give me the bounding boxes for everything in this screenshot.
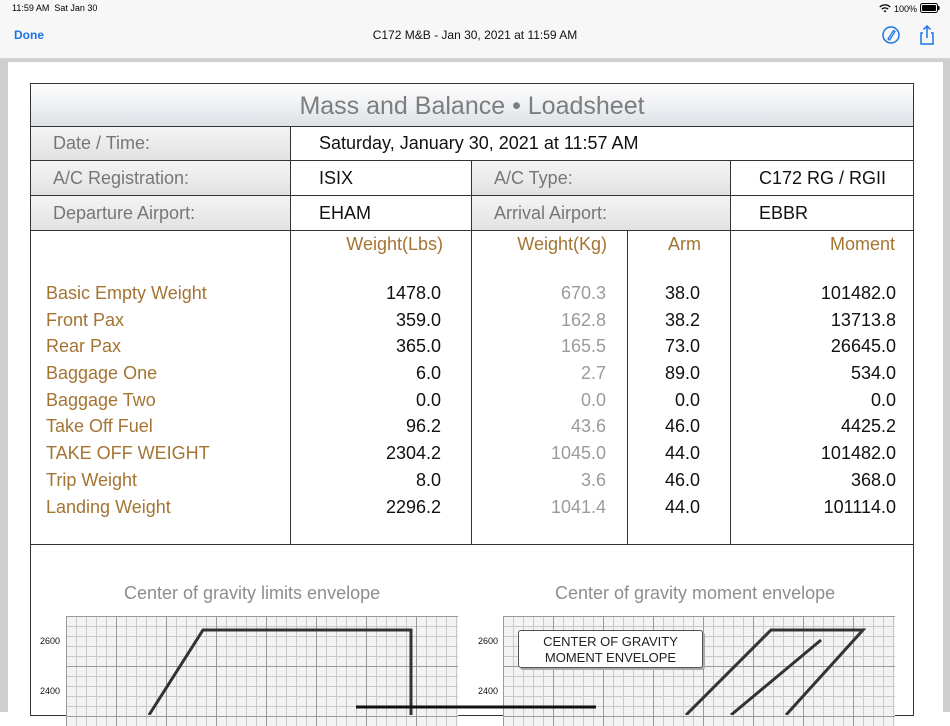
moment-envelope-inset-label: CENTER OF GRAVITY MOMENT ENVELOPE	[518, 630, 703, 668]
weight-lbs-header: Weight(Lbs)	[346, 234, 443, 254]
envelope-lines	[147, 628, 867, 715]
weight-kg-value: 1041.4	[550, 496, 606, 517]
registration-value: ISIX	[291, 161, 472, 195]
moment-value: 13713.8	[830, 309, 896, 330]
weight-kg-value: 3.6	[580, 469, 606, 490]
cg-moment-envelope-line-left	[684, 628, 867, 715]
date-value: Saturday, January 30, 2021 at 11:57 AM	[319, 133, 639, 153]
item-labels: Basic Empty Weight Front Pax Rear Pax Ba…	[31, 280, 290, 520]
arm-value: 46.0	[664, 469, 700, 490]
share-icon[interactable]	[916, 24, 938, 46]
date-row: Date / Time: Saturday, January 30, 2021 …	[31, 127, 913, 161]
weight-lbs-value: 359.0	[395, 309, 441, 330]
moment-value: 0.0	[870, 389, 896, 410]
item-label: Landing Weight	[46, 496, 171, 517]
departure-label: Departure Airport:	[31, 196, 291, 230]
weight-lbs-value: 2304.2	[385, 443, 441, 464]
arm-value: 0.0	[674, 389, 700, 410]
status-time: 11:59 AM	[12, 3, 50, 13]
markup-icon[interactable]	[880, 24, 902, 46]
arm-value: 73.0	[664, 336, 700, 357]
loadsheet: Mass and Balance • Loadsheet Date / Time…	[30, 83, 914, 726]
weight-kg-value: 43.6	[570, 416, 606, 437]
item-column: Basic Empty Weight Front Pax Rear Pax Ba…	[31, 231, 291, 544]
item-label: Take Off Fuel	[46, 416, 153, 437]
weight-lbs-value: 1478.0	[385, 283, 441, 303]
inset-line-1: CENTER OF GRAVITY	[543, 634, 678, 649]
arm-value: 46.0	[664, 416, 700, 437]
arm-values: 38.0 38.2 73.0 89.0 0.0 46.0 44.0 46.0 4…	[628, 280, 730, 520]
date-label: Date / Time:	[31, 127, 291, 160]
weight-lbs-value: 2296.2	[385, 496, 441, 517]
weight-lbs-value: 96.2	[405, 416, 441, 437]
envelope-graphs: Center of gravity limits envelope Center…	[31, 545, 913, 726]
arm-value: 38.0	[664, 283, 700, 303]
weight-kg-values: 670.3 162.8 165.5 2.7 0.0 43.6 1045.0 3.…	[472, 280, 627, 520]
weight-lbs-value: 365.0	[395, 336, 441, 357]
loadsheet-title: Mass and Balance • Loadsheet	[31, 84, 913, 127]
item-label: Baggage One	[46, 363, 158, 384]
weight-lbs-value: 0.0	[415, 389, 441, 410]
arm-value: 44.0	[664, 443, 700, 464]
weight-lbs-column: Weight(Lbs) 1478.0 359.0 365.0 6.0 0.0 9…	[291, 231, 472, 544]
weight-kg-value: 670.3	[560, 283, 606, 303]
weight-kg-value: 165.5	[560, 336, 606, 357]
weight-lbs-values: 1478.0 359.0 365.0 6.0 0.0 96.2 2304.2 8…	[291, 280, 471, 520]
registration-label: A/C Registration:	[31, 161, 291, 195]
weight-kg-value: 0.0	[580, 389, 606, 410]
departure-value: EHAM	[291, 196, 472, 230]
moment-value: 26645.0	[830, 336, 896, 357]
moment-value: 101114.0	[823, 496, 896, 517]
moment-value: 534.0	[850, 363, 896, 384]
arm-column: Arm 38.0 38.2 73.0 89.0 0.0 46.0 44.0 46…	[628, 231, 731, 544]
weight-kg-value: 1045.0	[550, 443, 606, 464]
moment-header: Moment	[829, 234, 895, 254]
weight-kg-header: Weight(Kg)	[517, 234, 607, 254]
battery-icon	[920, 3, 940, 15]
document-title: C172 M&B - Jan 30, 2021 at 11:59 AM	[372, 28, 578, 42]
moment-value: 101482.0	[820, 283, 896, 303]
weight-lbs-value: 6.0	[415, 363, 441, 384]
weight-kg-column: Weight(Kg) 670.3 162.8 165.5 2.7 0.0 43.…	[472, 231, 628, 544]
item-label: Rear Pax	[46, 336, 122, 357]
arrival-value: EBBR	[759, 202, 809, 223]
airports-row: Departure Airport: EHAM Arrival Airport:…	[31, 196, 913, 231]
item-label: Trip Weight	[46, 469, 138, 490]
item-label: TAKE OFF WEIGHT	[46, 443, 210, 464]
inset-line-2: MOMENT ENVELOPE	[544, 650, 677, 665]
moment-column: Moment 101482.0 13713.8 26645.0 534.0 0.…	[731, 231, 913, 544]
item-label: Baggage Two	[46, 389, 156, 410]
moment-value: 368.0	[850, 469, 896, 490]
moment-value: 4425.2	[840, 416, 896, 437]
registration-row: A/C Registration: ISIX A/C Type: C172 RG…	[31, 161, 913, 196]
cg-limits-envelope-line	[147, 628, 413, 715]
item-label: Basic Empty Weight	[46, 283, 207, 303]
arrival-label: Arrival Airport:	[472, 196, 731, 230]
arm-value: 89.0	[664, 363, 700, 384]
wifi-icon	[879, 3, 891, 15]
battery-percent: 100%	[893, 4, 917, 14]
aircraft-type-value: C172 RG / RGII	[759, 167, 887, 188]
weight-kg-value: 162.8	[560, 309, 606, 330]
moment-value: 101482.0	[820, 443, 896, 464]
arm-value: 38.2	[664, 309, 700, 330]
weight-kg-value: 2.7	[580, 363, 606, 384]
status-time-date: 11:59 AM Sat Jan 30	[12, 3, 97, 13]
weight-lbs-value: 8.0	[415, 469, 441, 490]
item-label: Front Pax	[46, 309, 125, 330]
weight-table: Basic Empty Weight Front Pax Rear Pax Ba…	[31, 231, 913, 545]
status-date: Sat Jan 30	[54, 3, 98, 13]
cg-moment-envelope-line-right	[730, 638, 822, 715]
moment-values: 101482.0 13713.8 26645.0 534.0 0.0 4425.…	[731, 280, 913, 520]
arm-header: Arm	[668, 234, 701, 254]
status-bar: 11:59 AM Sat Jan 30 100%	[0, 0, 950, 18]
status-right: 100%	[879, 3, 940, 15]
navigation-bar: Done C172 M&B - Jan 30, 2021 at 11:59 AM	[0, 18, 950, 59]
arm-value: 44.0	[664, 496, 700, 517]
aircraft-type-label: A/C Type:	[472, 161, 731, 195]
